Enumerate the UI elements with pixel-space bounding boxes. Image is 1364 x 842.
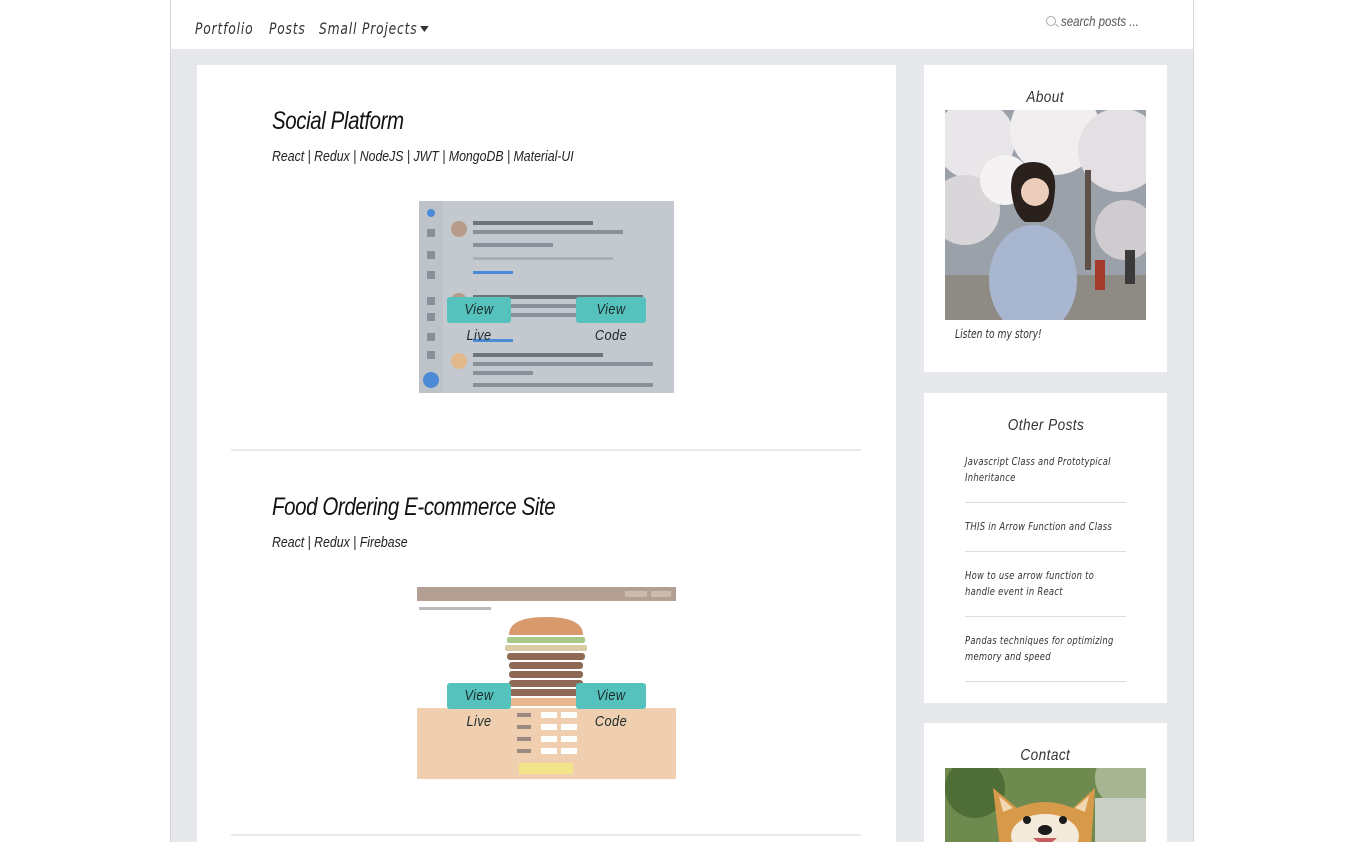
caret-down-icon (420, 26, 429, 32)
dog-photo (945, 768, 1146, 842)
other-posts-card: Other Posts Javascript Class and Prototy… (924, 393, 1167, 703)
about-card: About Listen to my story! (924, 65, 1167, 372)
contact-card: Contact (924, 723, 1167, 842)
project-title: Social Platform (272, 107, 404, 135)
page-frame: Portfolio Posts Small Projects Social Pl… (170, 0, 1194, 842)
about-photo (945, 110, 1146, 320)
search-input[interactable] (1061, 11, 1143, 31)
view-live-button[interactable]: View Live (447, 297, 511, 344)
other-post-link[interactable]: How to use arrow function to handle even… (965, 568, 1126, 600)
other-post-link[interactable]: Pandas techniques for optimizing memory … (965, 633, 1126, 665)
projects-card: Social Platform React | Redux | NodeJS |… (197, 65, 896, 842)
nav-small-projects-label: Small Projects (319, 19, 418, 38)
post-separator (965, 681, 1126, 682)
nav-posts-link[interactable]: Posts (269, 19, 306, 38)
post-separator (965, 502, 1126, 503)
about-title: About (1026, 89, 1065, 106)
nav-portfolio-link[interactable]: Portfolio (195, 19, 253, 38)
contact-photo (945, 768, 1146, 842)
project-title: Food Ordering E-commerce Site (272, 493, 556, 521)
view-code-button[interactable]: View Code (576, 297, 646, 344)
project-divider (231, 834, 861, 836)
other-post-link[interactable]: Javascript Class and Prototypical Inheri… (965, 454, 1126, 486)
project-tech-stack: React | Redux | Firebase (272, 534, 408, 551)
other-post-link[interactable]: THIS in Arrow Function and Class (965, 519, 1126, 535)
view-live-button[interactable]: View Live (447, 683, 511, 730)
project-tech-stack: React | Redux | NodeJS | JWT | MongoDB |… (272, 148, 574, 165)
about-story-link[interactable]: Listen to my story! (955, 327, 1042, 341)
post-separator (965, 616, 1126, 617)
view-code-button[interactable]: View Code (576, 683, 646, 730)
navbar: Portfolio Posts Small Projects (171, 0, 1193, 49)
contact-title: Contact (1020, 747, 1071, 764)
search-icon (1046, 16, 1056, 26)
nav-small-projects-dropdown[interactable]: Small Projects (319, 19, 429, 38)
profile-photo (945, 110, 1146, 320)
search-box (1043, 11, 1163, 31)
project-divider (231, 449, 861, 451)
post-separator (965, 551, 1126, 552)
other-posts-title: Other Posts (1007, 417, 1084, 434)
